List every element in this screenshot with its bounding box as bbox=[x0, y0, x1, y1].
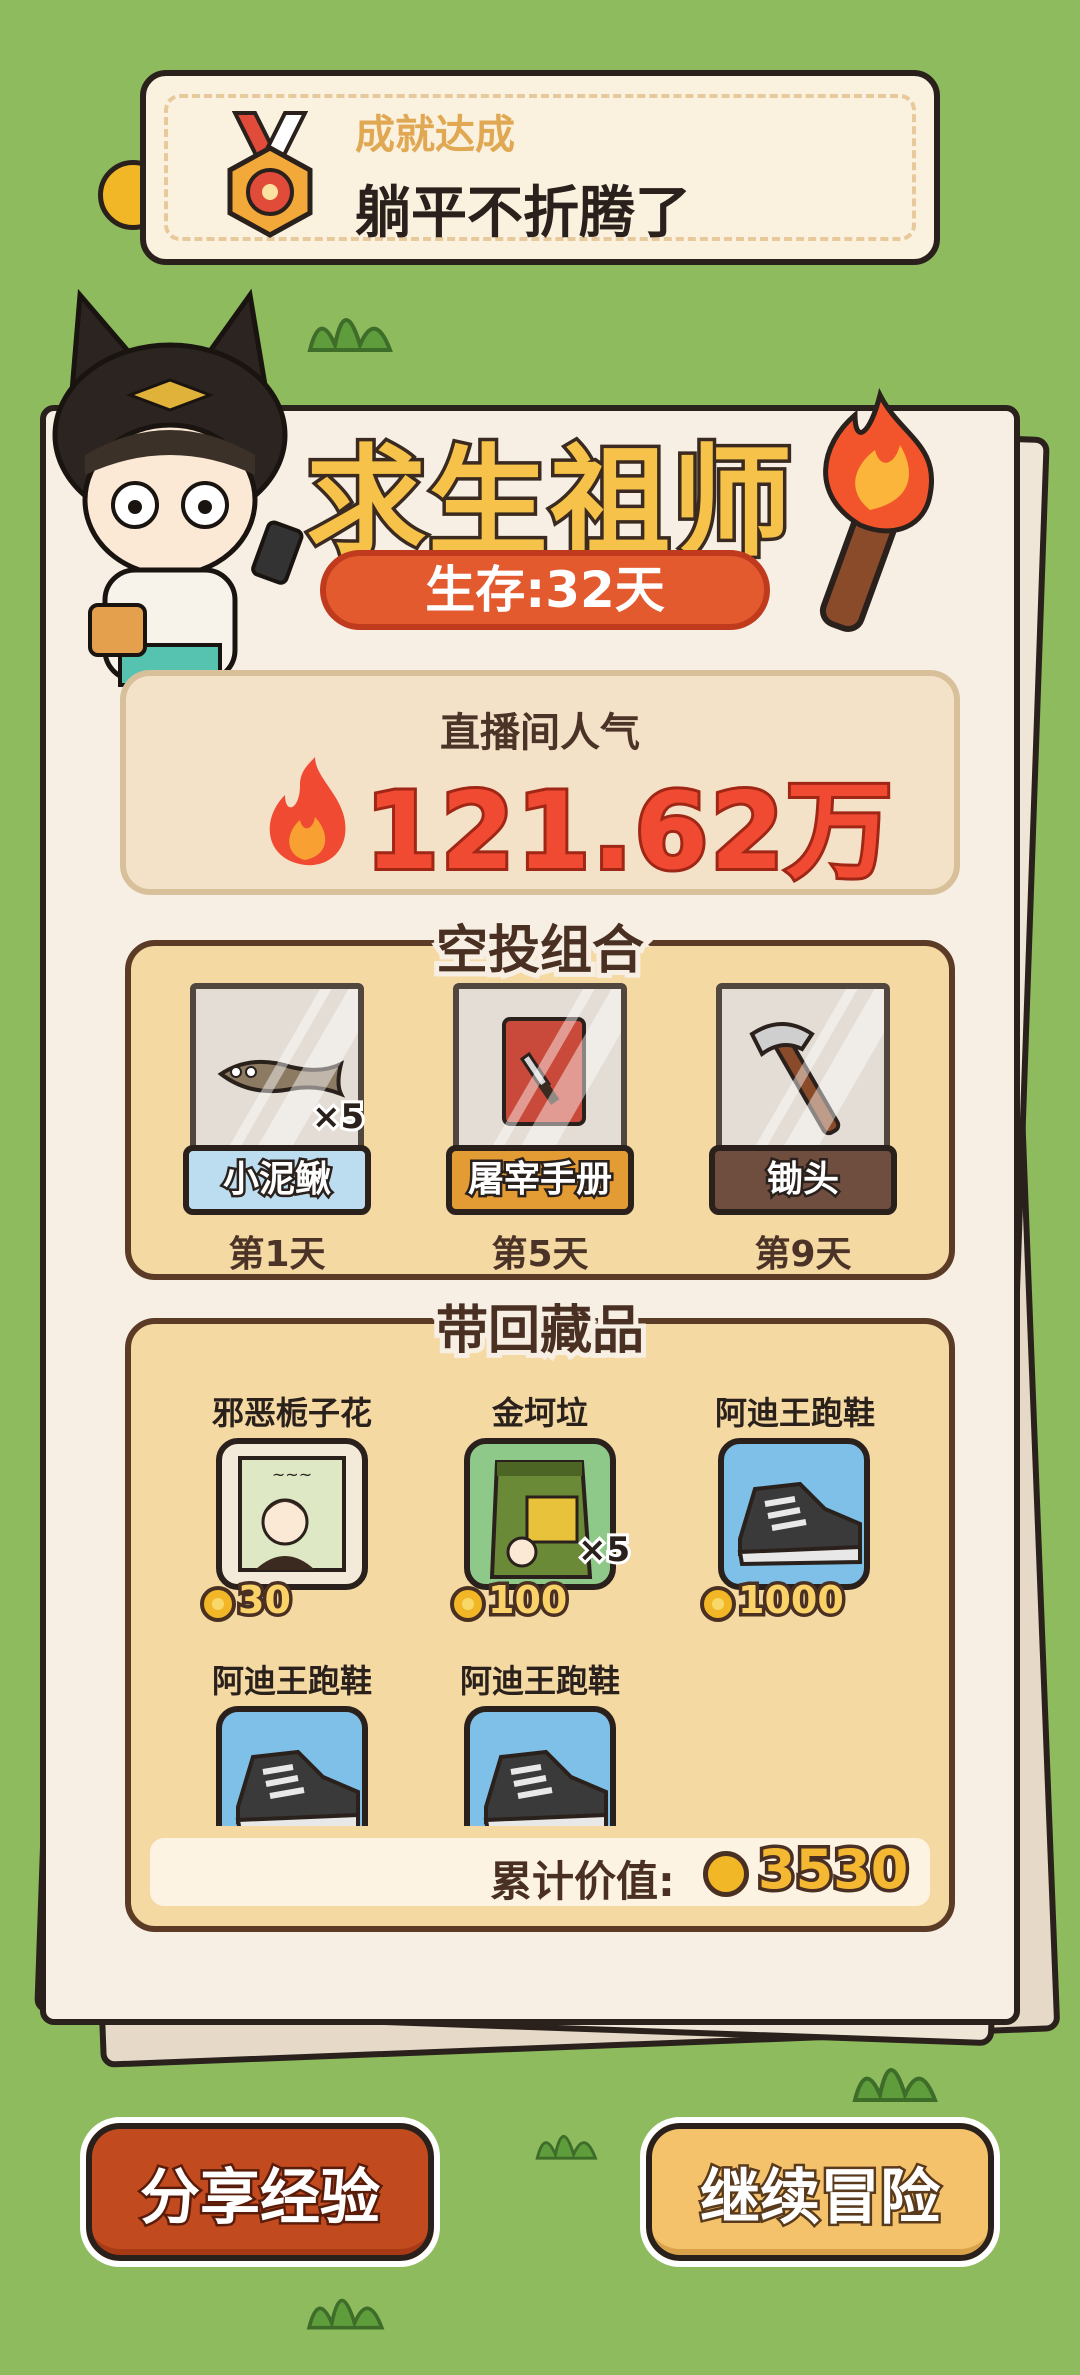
medal-icon bbox=[227, 111, 313, 238]
continue-adventure-button[interactable]: 继续冒险 bbox=[640, 2117, 1000, 2267]
airdrop-item-name: 小泥鳅 bbox=[183, 1145, 371, 1215]
collectible-price: 30 bbox=[235, 1575, 295, 1626]
airdrop-item-day: 第1天 bbox=[228, 1234, 326, 1275]
collectible-name: 阿迪王跑鞋 bbox=[459, 1662, 620, 1700]
airdrop-item-name: 锄头 bbox=[709, 1145, 897, 1215]
torch-icon bbox=[819, 387, 934, 632]
coin-icon bbox=[450, 1586, 486, 1622]
grass-decoration bbox=[306, 2298, 385, 2330]
collectible-card[interactable] bbox=[464, 1706, 616, 1826]
coin-icon bbox=[200, 1586, 236, 1622]
sneaker-icon bbox=[483, 1749, 608, 1826]
collectible-card[interactable] bbox=[216, 1706, 368, 1826]
fire-icon bbox=[269, 757, 346, 866]
coin-icon bbox=[703, 1851, 749, 1897]
airdrop-item-box[interactable] bbox=[716, 983, 890, 1157]
collectible-name: 邪恶栀子花 bbox=[211, 1394, 372, 1432]
achievement-title: 躺平不折腾了 bbox=[355, 181, 691, 246]
collectible-card[interactable] bbox=[718, 1438, 870, 1590]
grass-decoration bbox=[535, 2134, 598, 2160]
collectible-name: 金坷垃 bbox=[491, 1394, 588, 1432]
airdrop-title: 空投组合 bbox=[431, 916, 649, 986]
share-experience-button[interactable]: 分享经验 bbox=[80, 2117, 440, 2267]
collectible-name: 阿迪王跑鞋 bbox=[211, 1662, 372, 1700]
svg-text:~~~: ~~~ bbox=[272, 1465, 312, 1484]
sneaker-icon bbox=[235, 1749, 360, 1826]
airdrop-item-day: 第5天 bbox=[491, 1234, 589, 1275]
sneaker-icon bbox=[737, 1481, 862, 1567]
collectibles-title: 带回藏品 bbox=[431, 1296, 649, 1366]
survival-days-badge: 生存:32天 bbox=[320, 550, 770, 630]
collectible-name: 阿迪王跑鞋 bbox=[714, 1394, 875, 1432]
character-avatar bbox=[52, 288, 304, 717]
collectible-price: 1000 bbox=[735, 1575, 848, 1626]
total-value: 3530 bbox=[754, 1835, 911, 1905]
achievement-label: 成就达成 bbox=[355, 112, 515, 158]
poster-icon: ~~~ bbox=[238, 1456, 346, 1572]
collectible-card[interactable]: ~~~ bbox=[216, 1438, 368, 1590]
grass-decoration bbox=[852, 2068, 938, 2102]
airdrop-item-name: 屠宰手册 bbox=[446, 1145, 634, 1215]
airdrop-item-box[interactable] bbox=[453, 983, 627, 1157]
total-value-label: 累计价值: bbox=[490, 1857, 675, 1906]
popularity-value: 121.62万 bbox=[362, 767, 895, 896]
airdrop-item-day: 第9天 bbox=[754, 1234, 852, 1275]
coin-icon bbox=[700, 1586, 736, 1622]
item-quantity: ×5 bbox=[575, 1527, 633, 1573]
item-quantity: ×5 bbox=[309, 1094, 367, 1140]
collectible-price: 100 bbox=[484, 1575, 570, 1626]
